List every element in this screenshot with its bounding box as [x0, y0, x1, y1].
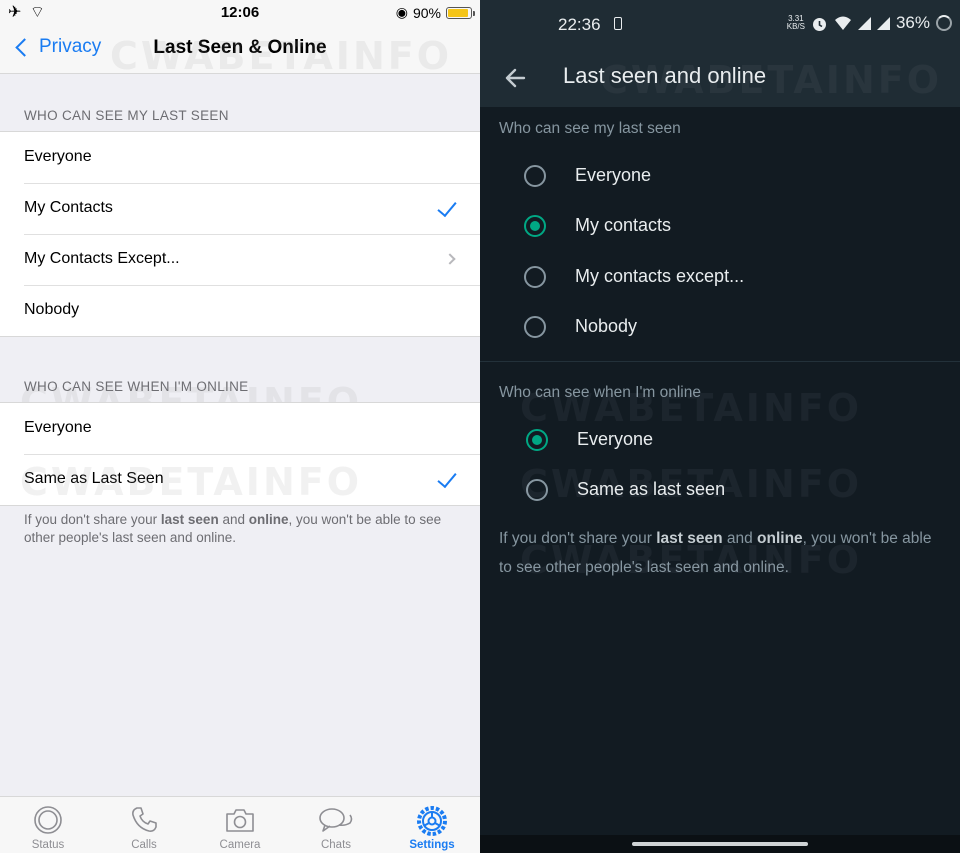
radio-everyone[interactable]: Everyone: [480, 151, 960, 201]
option-label: Nobody: [24, 301, 80, 318]
phone-icon: [132, 807, 157, 832]
chevron-right-icon: [444, 253, 456, 265]
option-label: My Contacts Except...: [24, 250, 180, 267]
ios-screen: ✈︎ ⌔ 12:06 ◉ 90% Privacy Last Seen & Onl…: [0, 0, 480, 853]
chat-bubbles-icon: [319, 808, 353, 832]
option-label: Everyone: [577, 429, 654, 449]
option-everyone[interactable]: Everyone: [0, 132, 480, 183]
battery-percent: 90%: [412, 4, 441, 21]
battery-icon: [446, 6, 475, 19]
section-header-last-seen: WHO CAN SEE MY LAST SEEN: [24, 108, 229, 123]
radio-button: [524, 165, 546, 187]
signal-icon: [876, 16, 890, 30]
radio-same-as-last-seen[interactable]: Same as last seen: [480, 465, 960, 515]
tab-status[interactable]: Status: [0, 797, 96, 853]
tab-label: Settings: [409, 839, 455, 851]
page-title: Last seen and online: [563, 63, 767, 88]
option-label: Everyone: [575, 165, 652, 185]
battery-percent: 36%: [895, 13, 930, 32]
wifi-icon: [834, 16, 851, 30]
tab-label: Status: [31, 839, 65, 851]
footer-note: If you don't share your last seen and on…: [24, 512, 442, 545]
option-my-contacts-except[interactable]: My Contacts Except...: [0, 234, 480, 285]
device-icon: [614, 17, 622, 30]
radio-button: [524, 316, 546, 338]
option-my-contacts[interactable]: My Contacts: [0, 183, 480, 234]
tab-camera[interactable]: Camera: [192, 797, 288, 853]
android-toolbar: Last seen and online: [480, 50, 960, 107]
page-title: Last Seen & Online: [153, 37, 327, 58]
network-speed: 3.31 KB/S: [786, 14, 805, 31]
tab-label: Chats: [320, 839, 352, 851]
option-label: My contacts except...: [575, 266, 745, 286]
section-header-last-seen: Who can see my last seen: [499, 120, 681, 137]
back-arrow-icon[interactable]: [502, 64, 530, 92]
divider: [480, 361, 960, 362]
alarm-icon: [812, 17, 826, 31]
checkmark-icon: [437, 196, 457, 218]
section-header-online: Who can see when I'm online: [499, 384, 701, 401]
option-online-everyone[interactable]: Everyone: [0, 403, 480, 454]
radio-my-contacts[interactable]: My contacts: [480, 201, 960, 251]
option-label: Nobody: [575, 316, 638, 336]
gear-icon: [417, 806, 447, 836]
android-status-bar: 22:36 3.31 KB/S 36%: [480, 0, 960, 50]
home-gesture-bar[interactable]: [632, 842, 808, 846]
battery-ring-icon: [936, 15, 952, 31]
option-label: My contacts: [575, 215, 672, 235]
option-label: My Contacts: [24, 199, 113, 216]
orientation-lock-icon: ◉: [395, 4, 408, 20]
status-icon: [34, 806, 62, 834]
android-screen: 22:36 3.31 KB/S 36% Last seen and online …: [480, 0, 960, 853]
tab-label: Camera: [219, 839, 261, 851]
option-nobody[interactable]: Nobody: [0, 285, 480, 336]
radio-my-contacts-except[interactable]: My contacts except...: [480, 252, 960, 302]
ios-navigation-bar: Privacy Last Seen & Online: [0, 24, 480, 74]
tab-label: Calls: [131, 839, 157, 851]
tab-settings[interactable]: Settings: [384, 797, 480, 853]
radio-online-everyone[interactable]: Everyone: [480, 415, 960, 465]
tab-bar: Status Calls Camera Chats Settings: [0, 796, 480, 853]
footer-note: If you don't share your last seen and on…: [499, 530, 932, 576]
section-header-online: WHO CAN SEE WHEN I'M ONLINE: [24, 379, 249, 394]
status-time: 22:36: [558, 15, 601, 34]
option-same-as-last-seen[interactable]: Same as Last Seen: [0, 454, 480, 505]
tab-chats[interactable]: Chats: [288, 797, 384, 853]
radio-button: [524, 266, 546, 288]
radio-button-selected: [526, 429, 548, 451]
option-label: Same as Last Seen: [24, 470, 164, 487]
option-label: Everyone: [24, 148, 92, 165]
option-label: Same as last seen: [577, 479, 726, 499]
tab-calls[interactable]: Calls: [96, 797, 192, 853]
last-seen-options: Everyone My Contacts My Contacts Except.…: [0, 131, 480, 337]
option-label: Everyone: [24, 419, 92, 436]
camera-icon: [226, 809, 254, 832]
signal-icon: [857, 16, 871, 30]
radio-nobody[interactable]: Nobody: [480, 302, 960, 352]
radio-button: [526, 479, 548, 501]
ios-status-bar: ✈︎ ⌔ 12:06 ◉ 90%: [0, 0, 480, 24]
radio-button-selected: [524, 215, 546, 237]
online-options: Everyone Same as Last Seen: [0, 402, 480, 506]
checkmark-icon: [437, 467, 457, 489]
android-nav-bar: [480, 835, 960, 853]
